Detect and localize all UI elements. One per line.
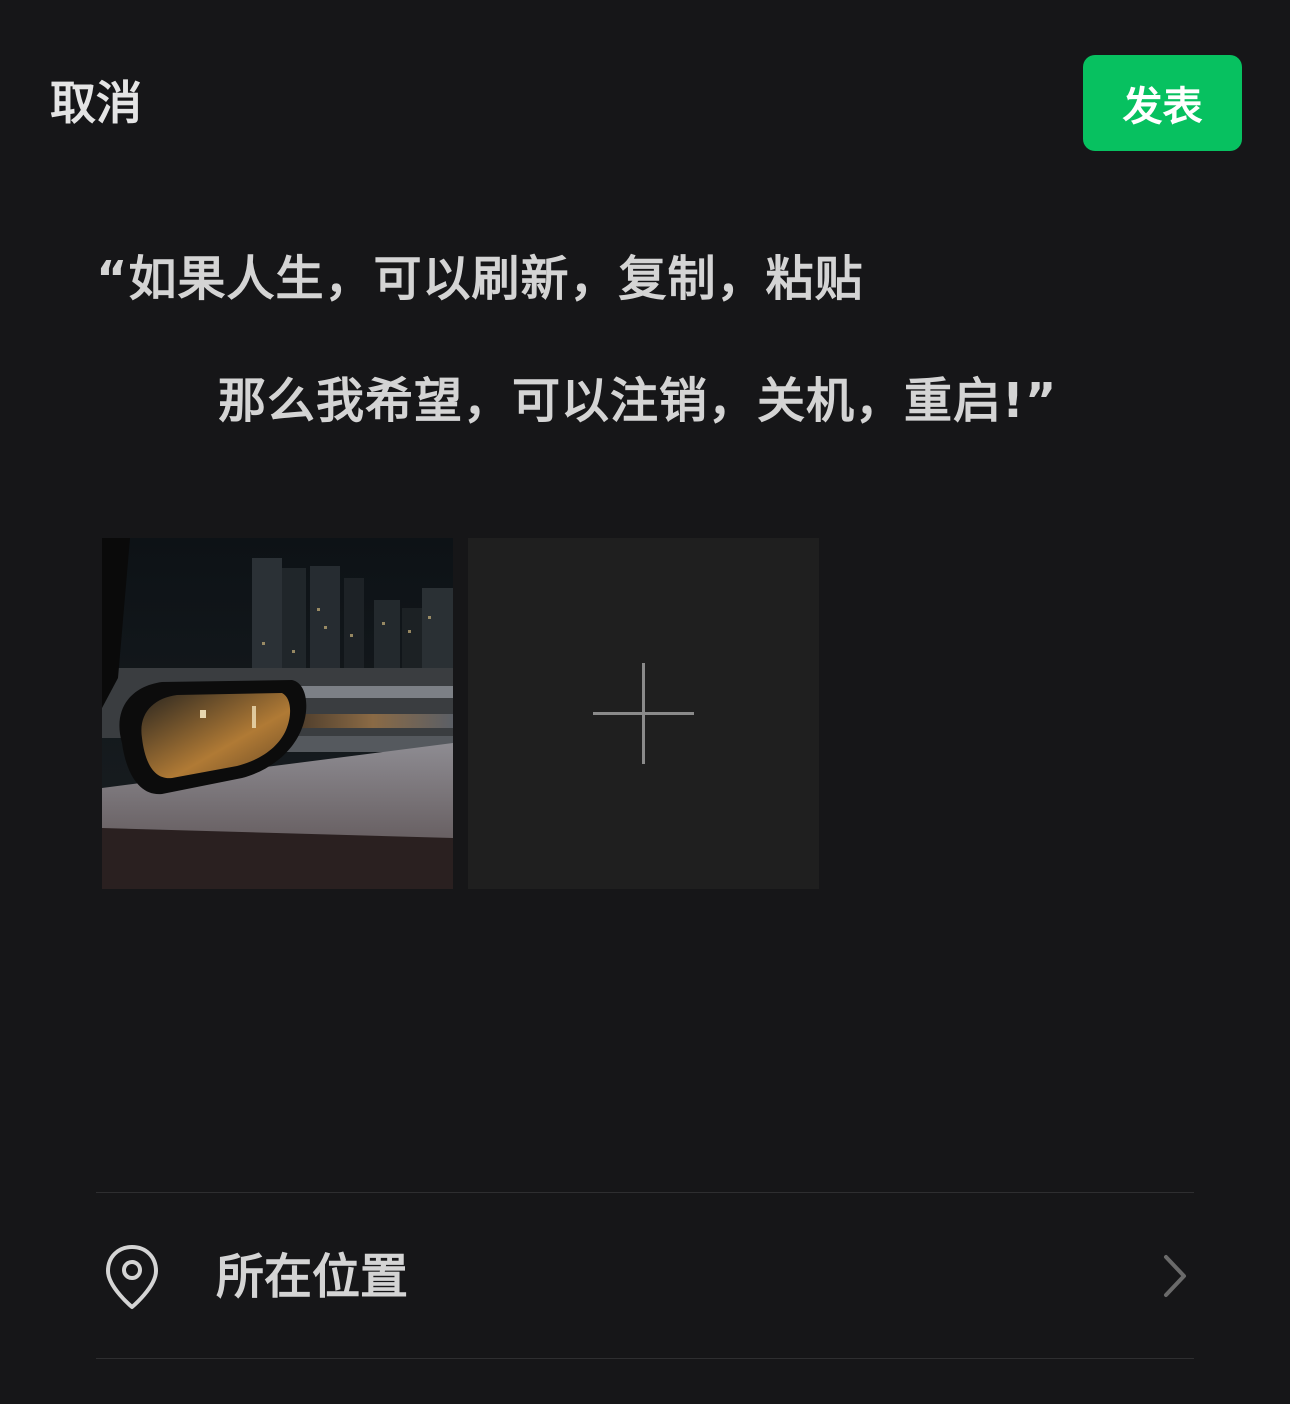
post-text-line-1: “如果人生，可以刷新，复制，粘贴 [96, 251, 864, 307]
location-label: 所在位置 [216, 1249, 409, 1305]
photo-thumbnail[interactable] [102, 538, 453, 889]
post-text-area[interactable]: “如果人生，可以刷新，复制，粘贴 那么我希望，可以注销，关机，重启!” [96, 236, 1196, 444]
cancel-button[interactable]: 取消 [50, 70, 142, 136]
chevron-right-icon [1164, 1255, 1186, 1297]
post-text-line-2: 那么我希望，可以注销，关机，重启!” [218, 373, 1058, 429]
location-pin-icon [106, 1245, 158, 1309]
night-car-mirror-photo [102, 538, 453, 889]
location-row[interactable]: 所在位置 [96, 1193, 1194, 1358]
divider [96, 1358, 1194, 1359]
add-photo-button[interactable] [468, 538, 819, 889]
plus-icon [593, 663, 694, 764]
publish-button[interactable]: 发表 [1083, 55, 1242, 151]
